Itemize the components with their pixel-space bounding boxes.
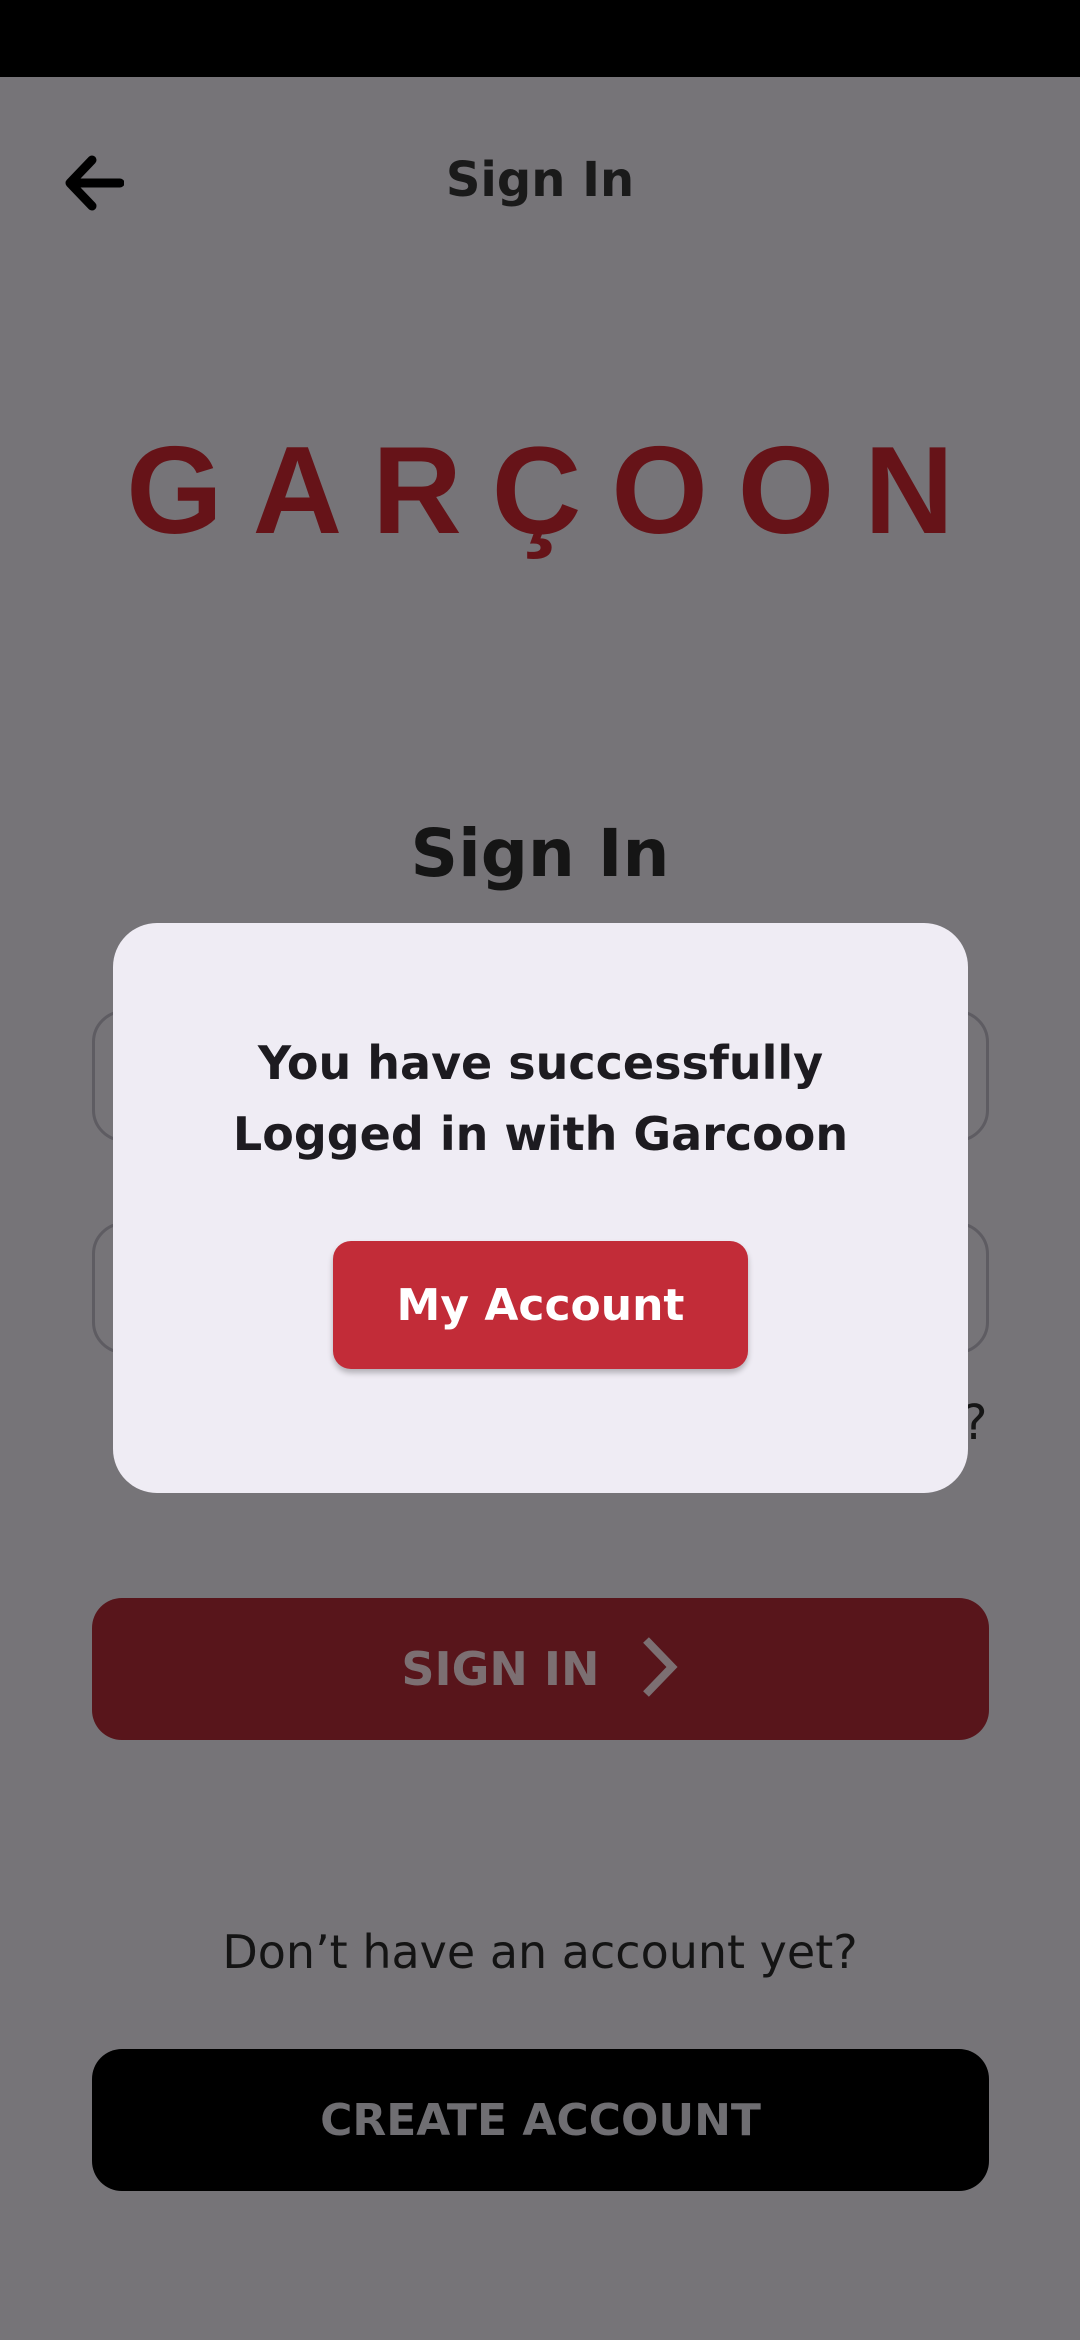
brand-logo: GARÇOON: [126, 422, 984, 560]
create-account-label: CREATE ACCOUNT: [320, 2094, 761, 2146]
dialog-message: You have successfully Logged in with Gar…: [113, 1028, 968, 1170]
sign-in-button[interactable]: SIGN IN: [92, 1598, 989, 1740]
my-account-button[interactable]: My Account: [333, 1241, 748, 1369]
no-account-text: Don’t have an account yet?: [222, 1925, 858, 1979]
my-account-label: My Account: [396, 1279, 685, 1331]
sign-in-button-label: SIGN IN: [401, 1642, 600, 1696]
status-bar: [0, 0, 1080, 77]
sign-in-heading: Sign In: [410, 815, 670, 892]
chevron-right-icon: [640, 1636, 680, 1702]
create-account-button[interactable]: CREATE ACCOUNT: [92, 2049, 989, 2191]
dialog-message-line2: Logged in with Garcoon: [232, 1107, 849, 1161]
dialog-message-line1: You have successfully: [257, 1036, 824, 1090]
login-success-dialog: You have successfully Logged in with Gar…: [113, 923, 968, 1493]
header-title: Sign In: [445, 152, 635, 208]
